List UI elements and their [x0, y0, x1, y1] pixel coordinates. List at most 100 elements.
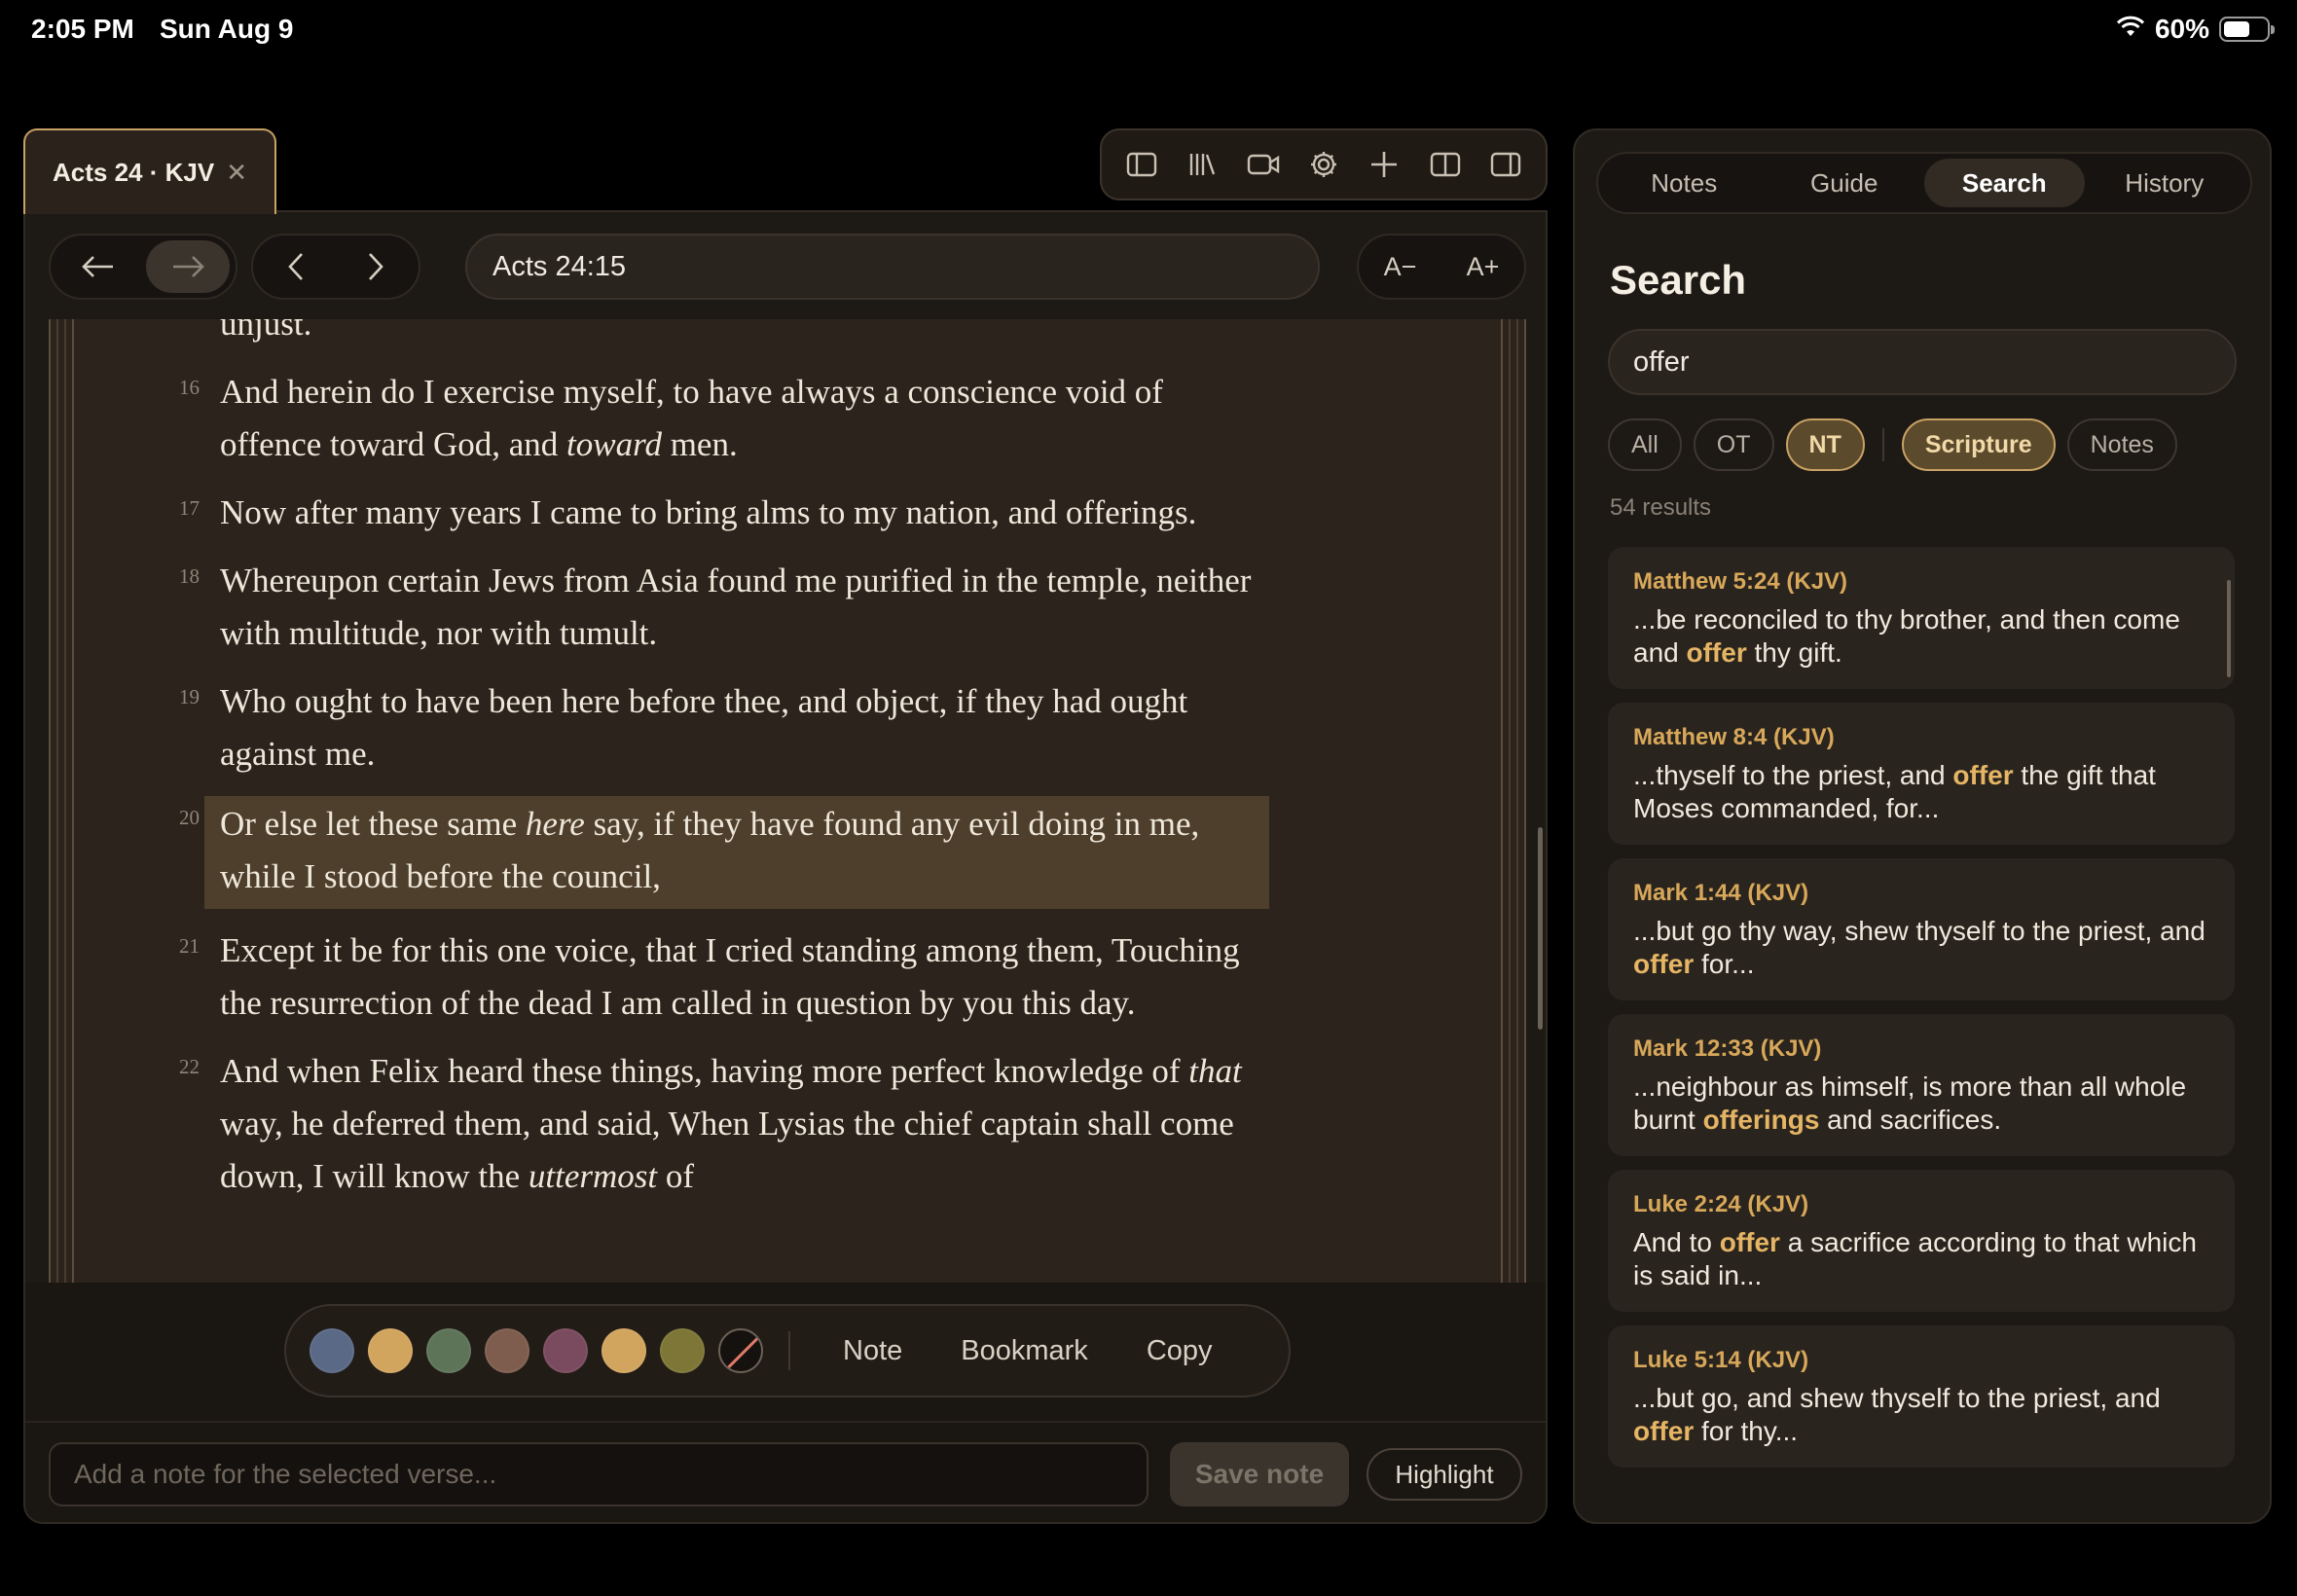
- highlight-color-swatch[interactable]: [426, 1328, 471, 1373]
- verse-number: 20: [179, 806, 200, 829]
- filter-notes[interactable]: Notes: [2066, 418, 2177, 471]
- reference-input[interactable]: Acts 24:15: [465, 234, 1320, 300]
- history-nav-group: [49, 234, 237, 300]
- search-result[interactable]: Matthew 8:4 (KJV) ...thyself to the pries…: [1608, 703, 2235, 845]
- search-heading: Search: [1610, 257, 1747, 303]
- verse[interactable]: 16 And herein do I exercise myself, to ha…: [179, 366, 1269, 471]
- reader-scrollbar[interactable]: [1538, 827, 1543, 1030]
- highlight-color-swatch[interactable]: [368, 1328, 413, 1373]
- result-snippet: ...but go, and shew thyself to the pries…: [1633, 1383, 2161, 1446]
- tab-notes[interactable]: Notes: [1604, 159, 1765, 207]
- tab-guide[interactable]: Guide: [1765, 159, 1925, 207]
- side-panel-tabs: Notes Guide Search History: [1596, 152, 2252, 214]
- filter-nt[interactable]: NT: [1785, 418, 1865, 471]
- verse[interactable]: 18 Whereupon certain Jews from Asia found…: [179, 555, 1269, 660]
- verse-number: 16: [179, 376, 200, 399]
- result-reference: Mark 12:33 (KJV): [1633, 1035, 1822, 1062]
- split-view-icon[interactable]: [1423, 142, 1468, 187]
- verse[interactable]: 17 Now after many years I came to bring a…: [179, 487, 1269, 539]
- clear-highlight-swatch[interactable]: [718, 1328, 763, 1373]
- verse-action-bar: Note Bookmark Copy: [25, 1283, 1546, 1421]
- search-result[interactable]: Luke 5:14 (KJV) ...but go, and shew thyse…: [1608, 1325, 2235, 1468]
- battery-icon: [2219, 17, 2275, 42]
- verse-text: unjust.: [220, 319, 312, 343]
- verse-number: 22: [179, 1055, 200, 1078]
- search-result[interactable]: Matthew 5:24 (KJV) ...be reconciled to th…: [1608, 547, 2235, 689]
- pill-divider: [788, 1331, 790, 1370]
- search-filters: All OT NT Scripture Notes: [1608, 418, 2177, 471]
- highlight-button[interactable]: Highlight: [1367, 1448, 1522, 1501]
- search-result[interactable]: Luke 2:24 (KJV) And to offer a sacrifice …: [1608, 1170, 2235, 1312]
- verse[interactable]: 19 Who ought to have been here before the…: [179, 675, 1269, 780]
- highlight-color-swatch[interactable]: [602, 1328, 646, 1373]
- highlight-color-swatch[interactable]: [543, 1328, 588, 1373]
- highlight-color-swatch[interactable]: [310, 1328, 354, 1373]
- battery-percent: 60%: [2154, 14, 2209, 44]
- result-reference: Matthew 8:4 (KJV): [1633, 724, 1835, 750]
- verse-text: Except it be for this one voice, that I …: [220, 931, 1240, 1022]
- status-time: 2:05 PM: [31, 14, 134, 44]
- verse-text: And when Felix heard these things, havin…: [220, 1052, 1242, 1195]
- verse-list: unjust. 16 And herein do I exercise myself…: [49, 319, 1509, 1218]
- library-icon[interactable]: [1180, 142, 1224, 187]
- font-size-group: A− A+: [1357, 234, 1526, 300]
- verse-text: Now after many years I came to bring alm…: [220, 493, 1197, 531]
- tab-search[interactable]: Search: [1924, 159, 2085, 207]
- results-scrollbar[interactable]: [2227, 580, 2231, 677]
- filter-all[interactable]: All: [1608, 418, 1682, 471]
- scripture-page: unjust. 16 And herein do I exercise myself…: [49, 319, 1526, 1283]
- tab-acts-24[interactable]: Acts 24 · KJV ✕: [23, 128, 276, 214]
- font-decrease-button[interactable]: A−: [1384, 252, 1417, 282]
- verse-number: 17: [179, 496, 200, 520]
- back-button[interactable]: [56, 240, 140, 293]
- search-result[interactable]: Mark 12:33 (KJV) ...neighbour as himself,…: [1608, 1014, 2235, 1156]
- verse[interactable]: 20 Or else let these same here say, if th…: [179, 796, 1269, 909]
- chapter-nav-group: [251, 234, 420, 300]
- forward-button[interactable]: [146, 240, 230, 293]
- filter-divider: [1881, 428, 1884, 461]
- gear-icon[interactable]: [1301, 142, 1346, 187]
- filter-scripture[interactable]: Scripture: [1901, 418, 2056, 471]
- verse-number: 21: [179, 934, 200, 958]
- result-snippet: And to offer a sacrifice according to th…: [1633, 1227, 2197, 1290]
- note-bar: Save note Highlight: [25, 1421, 1546, 1522]
- verse-number: 18: [179, 564, 200, 588]
- video-icon[interactable]: [1241, 142, 1286, 187]
- tab-title: Acts 24 · KJV: [53, 157, 215, 187]
- note-input[interactable]: [49, 1442, 1148, 1506]
- verse[interactable]: 21 Except it be for this one voice, that …: [179, 925, 1269, 1030]
- result-snippet: ...thyself to the priest, and offer the …: [1633, 760, 2156, 823]
- search-input[interactable]: offer: [1608, 329, 2237, 395]
- highlight-swatches: [310, 1328, 718, 1373]
- previous-chapter-button[interactable]: [259, 240, 333, 293]
- copy-button[interactable]: Copy: [1147, 1335, 1213, 1367]
- side-panel: Notes Guide Search History Search offer All…: [1573, 128, 2272, 1524]
- status-right: 60%: [2116, 14, 2275, 45]
- filter-ot[interactable]: OT: [1693, 418, 1774, 471]
- plus-icon[interactable]: [1362, 142, 1406, 187]
- font-increase-button[interactable]: A+: [1467, 252, 1500, 282]
- status-bar: 2:05 PM Sun Aug 9 60%: [0, 0, 2297, 62]
- next-chapter-button[interactable]: [339, 240, 413, 293]
- highlight-color-swatch[interactable]: [485, 1328, 529, 1373]
- verse-actions-pill: Note Bookmark Copy: [284, 1304, 1291, 1397]
- highlight-color-swatch[interactable]: [660, 1328, 705, 1373]
- save-note-button[interactable]: Save note: [1170, 1442, 1349, 1506]
- sidebar-right-icon[interactable]: [1483, 142, 1528, 187]
- close-tab-icon[interactable]: ✕: [226, 158, 247, 188]
- result-snippet: ...neighbour as himself, is more than al…: [1633, 1071, 2187, 1135]
- note-button[interactable]: Note: [843, 1335, 902, 1367]
- sidebar-left-icon[interactable]: [1119, 142, 1164, 187]
- bookmark-button[interactable]: Bookmark: [961, 1335, 1088, 1367]
- result-snippet: ...but go thy way, shew thyself to the p…: [1633, 916, 2206, 979]
- result-reference: Luke 2:24 (KJV): [1633, 1191, 1809, 1217]
- top-toolbar: [1100, 128, 1548, 200]
- tab-history[interactable]: History: [2085, 159, 2245, 207]
- verse[interactable]: unjust.: [204, 319, 1269, 350]
- verse-text: And herein do I exercise myself, to have…: [220, 373, 1163, 463]
- search-results: Matthew 5:24 (KJV) ...be reconciled to th…: [1608, 547, 2237, 1487]
- search-result[interactable]: Mark 1:44 (KJV) ...but go thy way, shew t…: [1608, 858, 2235, 1000]
- verse[interactable]: 22 And when Felix heard these things, hav…: [179, 1045, 1269, 1203]
- verse-text: Whereupon certain Jews from Asia found m…: [220, 562, 1252, 652]
- verse-text: Who ought to have been here before thee,…: [220, 682, 1188, 773]
